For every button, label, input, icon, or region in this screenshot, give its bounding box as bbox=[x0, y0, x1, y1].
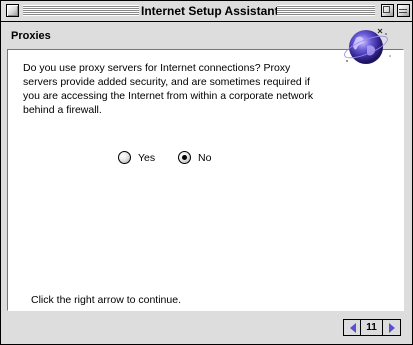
section-title: Proxies bbox=[11, 30, 51, 42]
radio-yes-button[interactable] bbox=[118, 151, 131, 164]
collapse-box[interactable] bbox=[397, 4, 410, 17]
window-title: Internet Setup Assistant bbox=[141, 4, 279, 18]
instruction-text: Click the right arrow to continue. bbox=[31, 294, 181, 306]
previous-button[interactable] bbox=[345, 321, 360, 334]
page-navigation: 11 bbox=[343, 319, 401, 336]
radio-yes-label: Yes bbox=[138, 151, 156, 164]
title-bar[interactable]: Internet Setup Assistant bbox=[1, 1, 412, 22]
radio-no[interactable]: No bbox=[178, 151, 211, 164]
globe-icon bbox=[344, 28, 391, 64]
radio-no-button[interactable] bbox=[178, 151, 191, 164]
proxy-question-text: Do you use proxy servers for Internet co… bbox=[23, 62, 314, 116]
right-arrow-icon bbox=[388, 322, 395, 333]
radio-no-label: No bbox=[198, 151, 212, 164]
next-button[interactable] bbox=[384, 321, 399, 334]
page-number: 11 bbox=[360, 320, 383, 335]
title-bar-stripes bbox=[23, 5, 139, 16]
title-bar-stripes bbox=[277, 5, 375, 16]
radio-yes[interactable]: Yes bbox=[118, 151, 155, 164]
close-box[interactable] bbox=[6, 4, 19, 17]
left-arrow-icon bbox=[349, 322, 356, 333]
zoom-box[interactable] bbox=[381, 4, 394, 17]
